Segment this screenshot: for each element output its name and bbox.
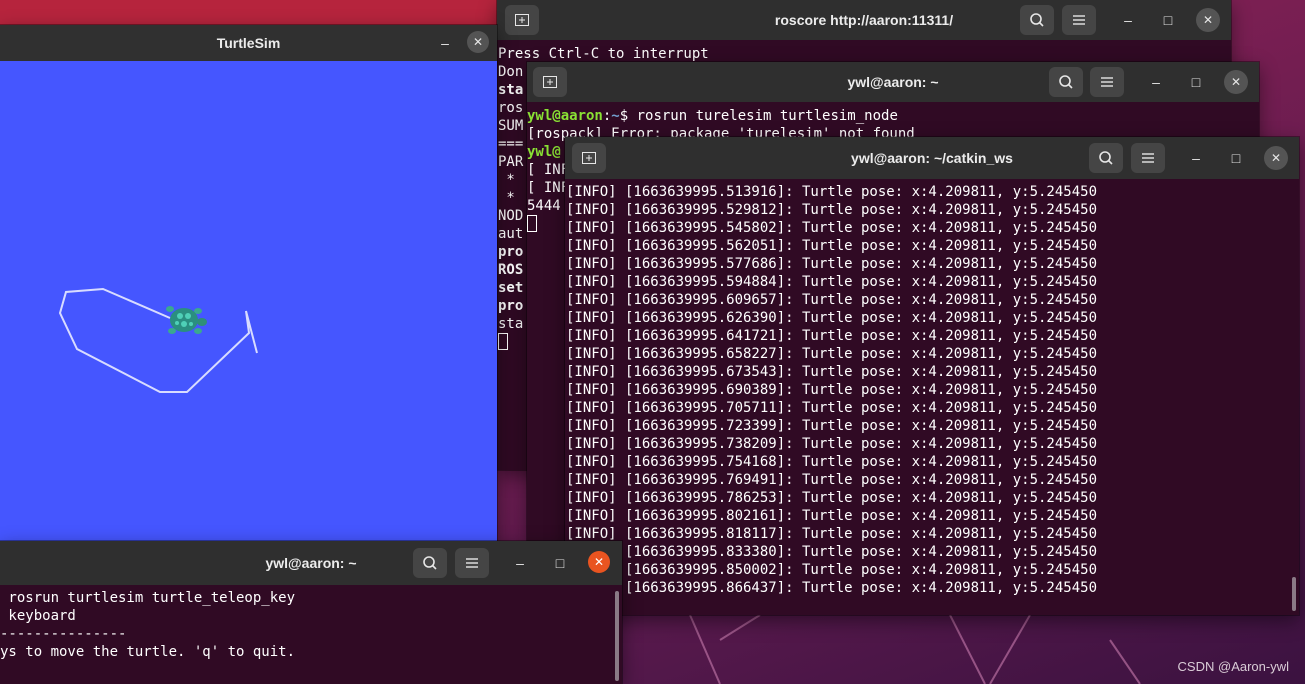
- log-line: [INFO] [1663639995.658227]: Turtle pose:…: [566, 346, 1098, 362]
- minimize-icon[interactable]: –: [1184, 146, 1208, 170]
- maximize-icon[interactable]: □: [1184, 70, 1208, 94]
- catkin-terminal-window[interactable]: ywl@aaron: ~/catkin_ws – □ ✕ [INFO] [166…: [565, 137, 1299, 615]
- log-line: [INFO] [1663639995.690389]: Turtle pose:…: [566, 382, 1098, 398]
- terminal-cursor: [498, 333, 508, 350]
- hamburger-menu-icon[interactable]: [1090, 67, 1124, 97]
- prompt-user: ywl@aaron: [527, 108, 603, 124]
- close-icon[interactable]: ✕: [467, 31, 489, 53]
- log-line: [INFO] [1663639995.705711]: Turtle pose:…: [566, 400, 1098, 416]
- minimize-icon[interactable]: –: [433, 31, 457, 55]
- search-icon[interactable]: [1020, 5, 1054, 35]
- log-line: [INFO] [1663639995.609657]: Turtle pose:…: [566, 292, 1098, 308]
- maximize-icon[interactable]: □: [1156, 8, 1180, 32]
- watermark: CSDN @Aaron-ywl: [1177, 659, 1289, 674]
- search-icon[interactable]: [413, 548, 447, 578]
- turtlesim-window[interactable]: TurtleSim – ✕: [0, 25, 497, 545]
- window-title: TurtleSim: [216, 35, 281, 51]
- close-icon[interactable]: ✕: [1264, 146, 1288, 170]
- log-line: [INFO] [1663639995.866437]: Turtle pose:…: [566, 580, 1098, 596]
- log-line: [INFO] [1663639995.513916]: Turtle pose:…: [566, 184, 1098, 200]
- hamburger-menu-icon[interactable]: [1062, 5, 1096, 35]
- minimize-icon[interactable]: –: [508, 551, 532, 575]
- teleop-terminal-window[interactable]: ywl@aaron: ~ – □ ✕ rosrun turtlesim turt…: [0, 541, 622, 684]
- close-icon[interactable]: ✕: [1196, 8, 1220, 32]
- log-line: [INFO] [1663639995.529812]: Turtle pose:…: [566, 202, 1098, 218]
- teleop-terminal-titlebar[interactable]: ywl@aaron: ~ – □ ✕: [0, 541, 622, 585]
- turtlesim-canvas[interactable]: [0, 61, 497, 545]
- new-tab-icon[interactable]: [533, 67, 567, 97]
- catkin-terminal-output[interactable]: [INFO] [1663639995.513916]: Turtle pose:…: [565, 179, 1299, 615]
- log-line: [INFO] [1663639995.754168]: Turtle pose:…: [566, 454, 1098, 470]
- search-icon[interactable]: [1049, 67, 1083, 97]
- catkin-terminal-titlebar[interactable]: ywl@aaron: ~/catkin_ws – □ ✕: [565, 137, 1299, 179]
- terminal-line: keyboard: [0, 608, 76, 624]
- maximize-icon[interactable]: □: [548, 551, 572, 575]
- log-line: [INFO] [1663639995.850002]: Turtle pose:…: [566, 562, 1098, 578]
- log-line: [INFO] [1663639995.545802]: Turtle pose:…: [566, 220, 1098, 236]
- close-icon[interactable]: ✕: [1224, 70, 1248, 94]
- log-line: [INFO] [1663639995.786253]: Turtle pose:…: [566, 490, 1098, 506]
- log-line: [INFO] [1663639995.738209]: Turtle pose:…: [566, 436, 1098, 452]
- log-line: [INFO] [1663639995.818117]: Turtle pose:…: [566, 526, 1098, 542]
- log-line: [INFO] [1663639995.562051]: Turtle pose:…: [566, 238, 1098, 254]
- terminal-line: ---------------: [0, 626, 127, 642]
- minimize-icon[interactable]: –: [1144, 70, 1168, 94]
- log-line: [INFO] [1663639995.802161]: Turtle pose:…: [566, 508, 1098, 524]
- turtle-path: [58, 287, 258, 393]
- log-line: [INFO] [1663639995.626390]: Turtle pose:…: [566, 310, 1098, 326]
- log-line: [INFO] [1663639995.641721]: Turtle pose:…: [566, 328, 1098, 344]
- terminal-cursor: [527, 215, 537, 232]
- log-line: [INFO] [1663639995.577686]: Turtle pose:…: [566, 256, 1098, 272]
- log-line: [INFO] [1663639995.594884]: Turtle pose:…: [566, 274, 1098, 290]
- log-line: [INFO] [1663639995.673543]: Turtle pose:…: [566, 364, 1098, 380]
- command-text: $ rosrun turelesim turtlesim_node: [619, 108, 898, 124]
- prompt-path: ~: [611, 108, 620, 124]
- search-icon[interactable]: [1089, 143, 1123, 173]
- turtle-icon: [166, 306, 207, 334]
- minimize-icon[interactable]: –: [1116, 8, 1140, 32]
- terminal-line: ys to move the turtle. 'q' to quit.: [0, 644, 296, 660]
- scrollbar-thumb[interactable]: [1292, 577, 1296, 611]
- scrollbar-thumb[interactable]: [615, 591, 619, 681]
- new-tab-icon[interactable]: [572, 143, 606, 173]
- log-line: [INFO] [1663639995.723399]: Turtle pose:…: [566, 418, 1098, 434]
- teleop-terminal-output[interactable]: rosrun turtlesim turtle_teleop_key keybo…: [0, 585, 622, 684]
- close-icon[interactable]: ✕: [588, 551, 610, 573]
- middle-terminal-titlebar[interactable]: ywl@aaron: ~ – □ ✕: [527, 62, 1259, 102]
- hamburger-menu-icon[interactable]: [1131, 143, 1165, 173]
- roscore-titlebar[interactable]: roscore http://aaron:11311/ – □ ✕: [497, 0, 1231, 40]
- turtlesim-titlebar[interactable]: TurtleSim – ✕: [0, 25, 497, 61]
- terminal-line: rosrun turtlesim turtle_teleop_key: [0, 590, 296, 606]
- log-line: [INFO] [1663639995.769491]: Turtle pose:…: [566, 472, 1098, 488]
- log-line: [INFO] [1663639995.833380]: Turtle pose:…: [566, 544, 1098, 560]
- new-tab-icon[interactable]: [505, 5, 539, 35]
- terminal-line: Press Ctrl-C to interrupt: [498, 46, 709, 62]
- hamburger-menu-icon[interactable]: [455, 548, 489, 578]
- maximize-icon[interactable]: □: [1224, 146, 1248, 170]
